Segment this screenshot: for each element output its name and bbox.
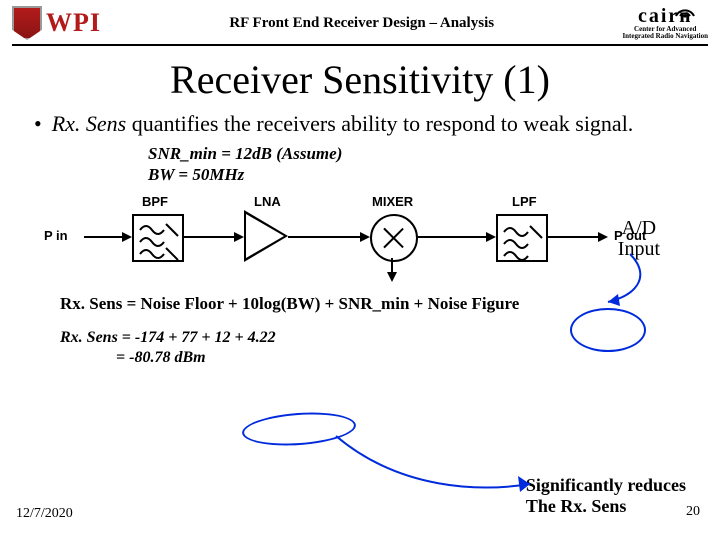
- mixer-block: [370, 214, 418, 262]
- arrowhead-icon: [360, 232, 370, 242]
- sig-line2: The Rx. Sens: [526, 496, 686, 518]
- bullet-emph: Rx. Sens: [52, 111, 127, 136]
- cairn-sub2: Integrated Radio Navigation: [622, 33, 708, 40]
- slide-header: WPI RF Front End Receiver Design – Analy…: [0, 0, 720, 40]
- arrow-annotation-sig: [330, 430, 540, 500]
- page-number: 20: [686, 504, 700, 520]
- bpf-block: [132, 214, 184, 262]
- arrow-annotation-ad: [590, 250, 660, 312]
- assume-snr: SNR_min = 12dB (Assume): [148, 143, 720, 164]
- significance-note: Significantly reduces The Rx. Sens: [526, 475, 686, 518]
- assumptions: SNR_min = 12dB (Assume) BW = 50MHz: [148, 143, 720, 186]
- bullet-text: Rx. Sens quantifies the receivers abilit…: [52, 111, 634, 137]
- label-lpf: LPF: [512, 194, 537, 209]
- bpf-icon: [134, 216, 182, 260]
- wpi-text: WPI: [46, 8, 101, 38]
- wire: [288, 236, 366, 238]
- arrowhead-icon: [234, 232, 244, 242]
- arrowhead-icon: [387, 272, 397, 282]
- wire: [546, 236, 604, 238]
- label-pout: P out: [614, 228, 646, 243]
- wifi-icon: [674, 4, 696, 18]
- header-rule: [12, 44, 708, 46]
- arrowhead-icon: [598, 232, 608, 242]
- bullet-dot-icon: •: [34, 111, 42, 137]
- lpf-icon: [498, 216, 546, 260]
- slide-title: Receiver Sensitivity (1): [0, 56, 720, 103]
- receiver-chain-diagram: P in BPF LNA MIXER LPF P out: [40, 188, 680, 280]
- label-bpf: BPF: [142, 194, 168, 209]
- label-pin: P in: [44, 228, 68, 243]
- calc-line2: = -80.78 dBm: [60, 348, 720, 369]
- footer-date: 12/7/2020: [16, 506, 73, 522]
- label-lna: LNA: [254, 194, 281, 209]
- wpi-logo: WPI: [12, 6, 101, 40]
- assume-bw: BW = 50MHz: [148, 164, 720, 185]
- bullet-rest: quantifies the receivers ability to resp…: [126, 111, 633, 136]
- label-mixer: MIXER: [372, 194, 413, 209]
- header-title: RF Front End Receiver Design – Analysis: [101, 15, 622, 32]
- arrowhead-icon: [122, 232, 132, 242]
- lpf-block: [496, 214, 548, 262]
- lna-block: [244, 210, 288, 262]
- bullet-1: • Rx. Sens quantifies the receivers abil…: [34, 111, 686, 137]
- sig-line1: Significantly reduces: [526, 475, 686, 497]
- cairn-logo: cairn Center for Advanced Integrated Rad…: [622, 6, 708, 40]
- wire: [418, 236, 492, 238]
- wpi-shield-icon: [12, 6, 42, 40]
- wire: [182, 236, 240, 238]
- body: • Rx. Sens quantifies the receivers abil…: [0, 111, 720, 137]
- ellipse-annotation-pout: [570, 308, 646, 352]
- arrowhead-icon: [486, 232, 496, 242]
